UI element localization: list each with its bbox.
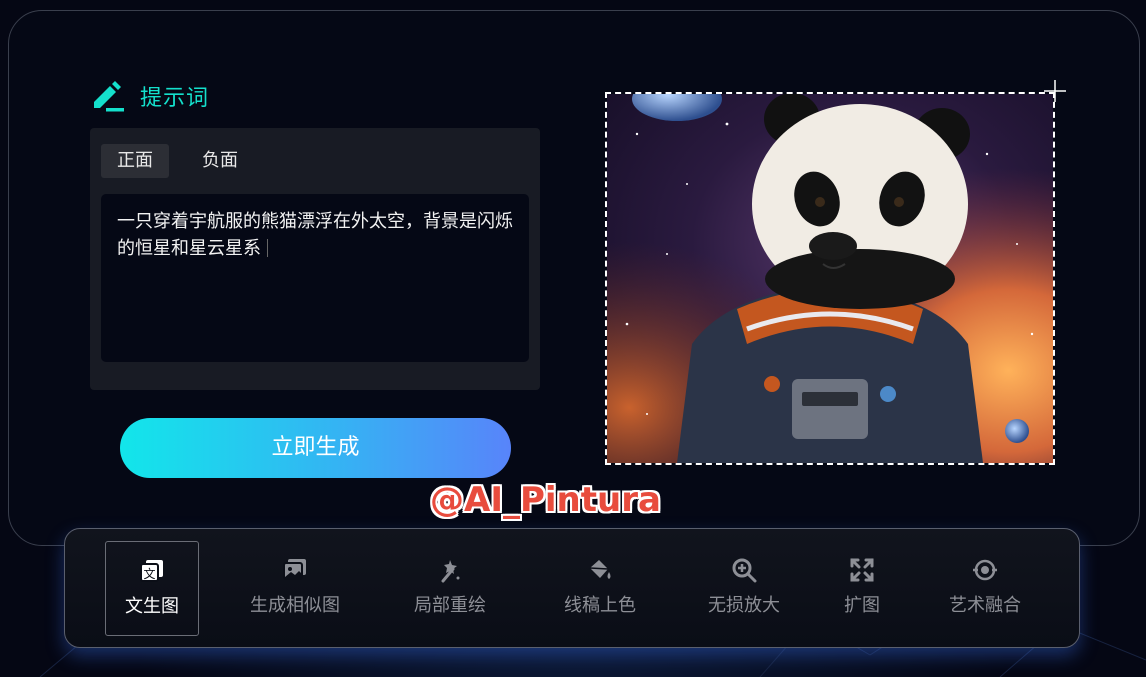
paint-bucket-icon	[589, 560, 611, 579]
app-stage: 提示词 正面 负面 一只穿着宇航服的熊猫漂浮在外太空，背景是闪烁的恒星和星云星系…	[0, 0, 1146, 677]
magic-wand-icon	[441, 560, 460, 583]
prompt-header: 提示词	[90, 78, 209, 114]
tool-label: 扩图	[844, 595, 880, 616]
tool-similar-image[interactable]: 生成相似图	[237, 541, 353, 636]
tool-text-to-image[interactable]: 文 文生图	[105, 541, 199, 636]
tool-label: 艺术融合	[949, 595, 1021, 616]
tool-colorize[interactable]: 线稿上色	[541, 541, 659, 636]
expand-icon	[850, 558, 874, 582]
tab-negative[interactable]: 负面	[186, 144, 254, 178]
tab-positive[interactable]: 正面	[101, 144, 169, 178]
prompt-title: 提示词	[140, 86, 210, 111]
prompt-text: 一只穿着宇航服的熊猫漂浮在外太空，背景是闪烁的恒星和星云星系	[117, 211, 513, 259]
bottom-toolbar: 文 文生图 生成相似图 局部重绘 线稿上色 无损放大 扩图 艺术融合	[64, 528, 1080, 648]
image-icon	[283, 559, 306, 580]
tool-label: 无损放大	[708, 595, 780, 616]
tool-label: 线稿上色	[564, 595, 636, 616]
panda-astronaut-illustration	[607, 94, 1053, 463]
tool-expand[interactable]: 扩图	[833, 541, 891, 636]
generated-image[interactable]	[605, 92, 1055, 465]
tool-label: 文生图	[125, 596, 179, 617]
tool-inpaint[interactable]: 局部重绘	[395, 541, 505, 636]
tool-art-fusion[interactable]: 艺术融合	[935, 541, 1035, 636]
prompt-panel: 正面 负面 一只穿着宇航服的熊猫漂浮在外太空，背景是闪烁的恒星和星云星系	[90, 128, 540, 390]
prompt-textarea[interactable]: 一只穿着宇航服的熊猫漂浮在外太空，背景是闪烁的恒星和星云星系	[101, 194, 529, 362]
move-crosshair-icon[interactable]	[1044, 80, 1066, 102]
watermark: @AI_Pintura	[430, 480, 661, 520]
blend-icon	[973, 559, 997, 581]
tool-label: 局部重绘	[414, 595, 486, 616]
text-caret	[267, 239, 268, 257]
tool-label: 生成相似图	[250, 595, 340, 616]
pencil-icon	[94, 81, 124, 112]
zoom-in-icon	[732, 558, 757, 583]
tool-upscale[interactable]: 无损放大	[685, 541, 803, 636]
svg-text:文: 文	[143, 566, 155, 581]
generate-button[interactable]: 立即生成	[120, 418, 511, 478]
text-to-image-icon: 文	[140, 560, 163, 582]
